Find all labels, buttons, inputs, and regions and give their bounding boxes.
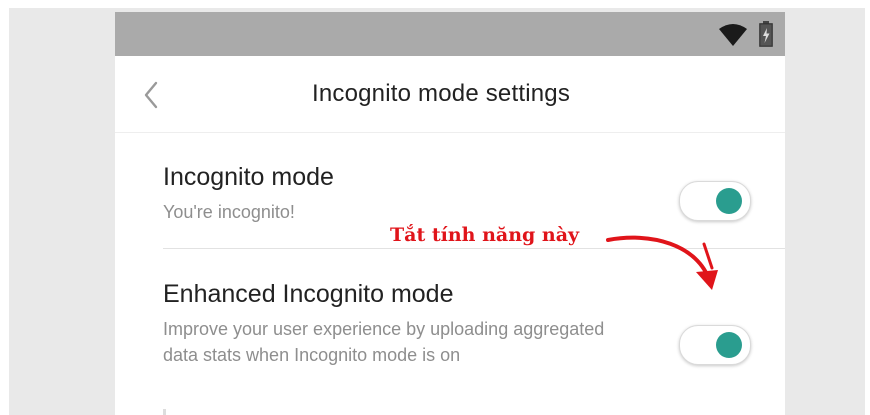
incognito-mode-toggle[interactable]	[679, 181, 751, 221]
setting-title: Incognito mode	[163, 163, 334, 191]
divider	[163, 409, 166, 415]
setting-title: Enhanced Incognito mode	[163, 280, 454, 308]
battery-charging-icon	[759, 21, 773, 47]
enhanced-incognito-mode-toggle[interactable]	[679, 325, 751, 365]
phone-screen: Incognito mode settings Incognito mode Y…	[115, 12, 785, 415]
status-bar	[115, 12, 785, 56]
toggle-knob	[716, 188, 742, 214]
app-header: Incognito mode settings	[115, 56, 785, 133]
toggle-knob	[716, 332, 742, 358]
setting-description: Improve your user experience by uploadin…	[163, 319, 605, 365]
setting-description: You're incognito!	[163, 202, 295, 222]
page-title: Incognito mode settings	[311, 80, 571, 107]
annotation-label: Tắt tính năng này	[390, 224, 580, 246]
setting-row-enhanced-incognito-mode: Enhanced Incognito mode Improve your use…	[115, 249, 785, 415]
wifi-icon	[719, 24, 747, 46]
